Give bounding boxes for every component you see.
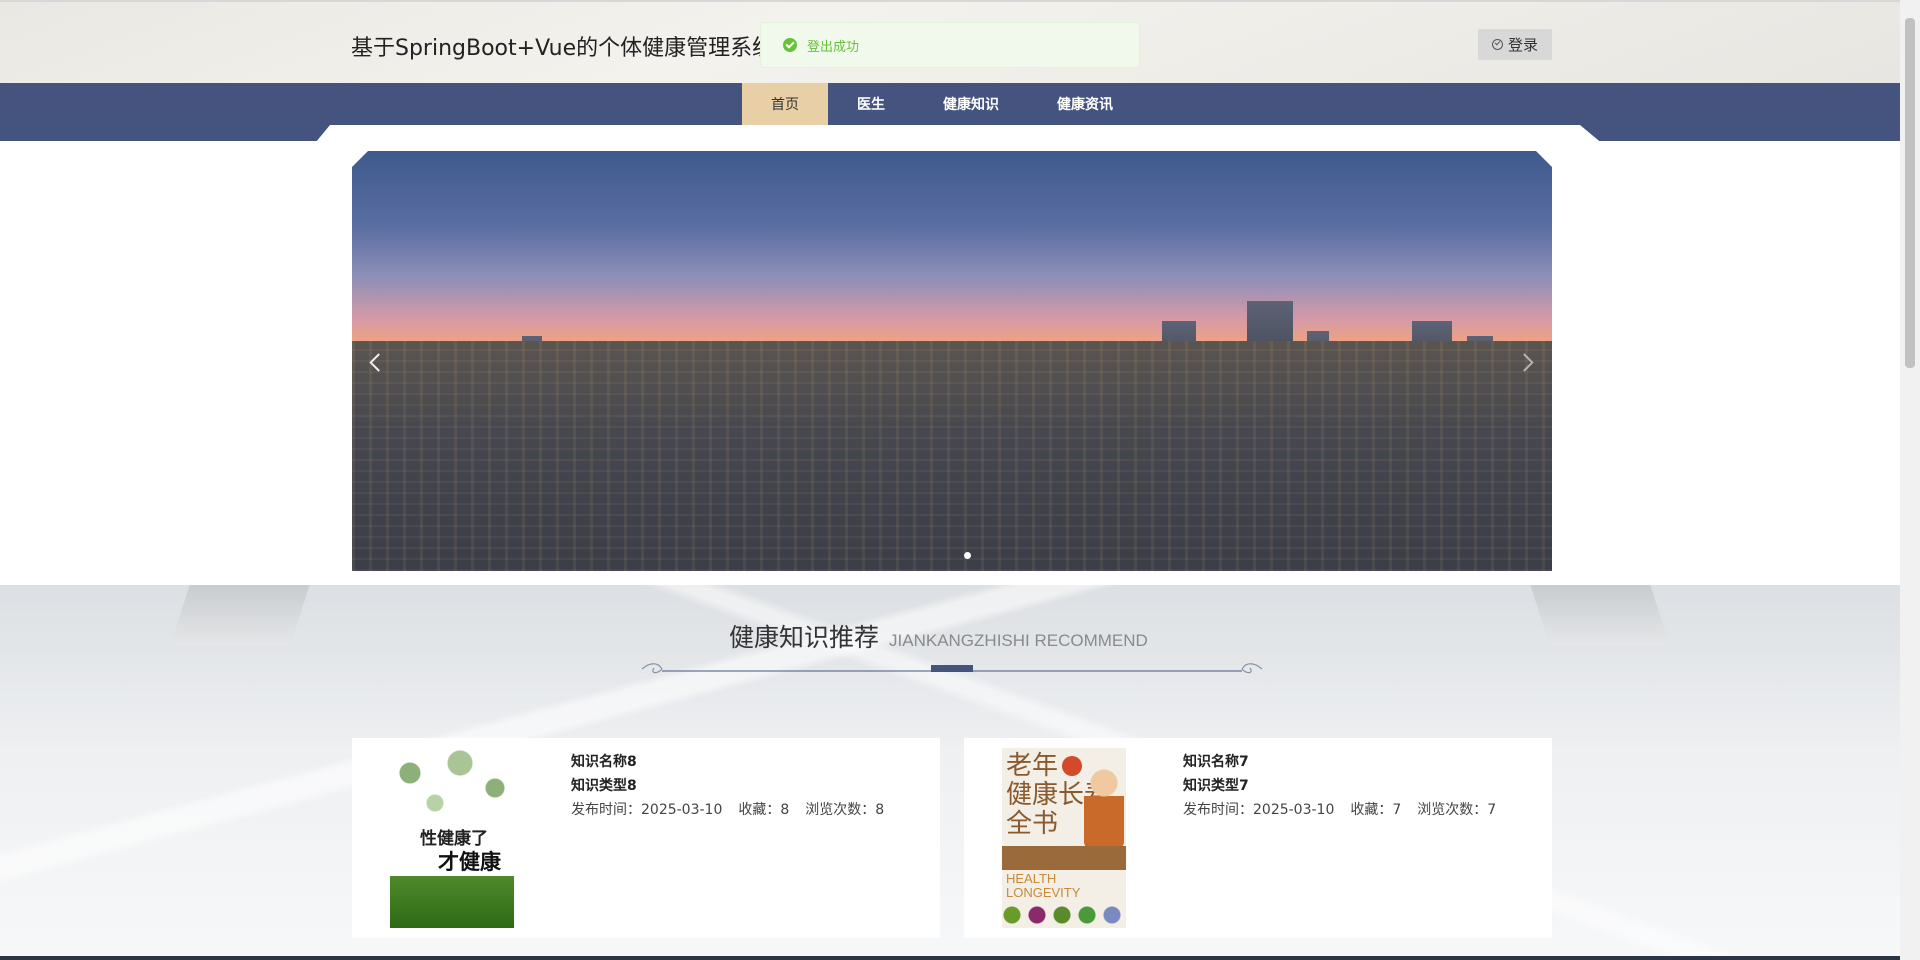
toast-message: 登出成功 [807, 39, 860, 55]
login-icon [1491, 39, 1503, 50]
knowledge-card[interactable]: 老年 健康长寿 全书 HEALTH LONGEVITY 知识名称7 知识类型7 发… [964, 738, 1552, 938]
login-label: 登录 [1507, 36, 1538, 54]
publish-time: 发布时间：2025-03-10 [1183, 802, 1335, 818]
knowledge-type: 知识类型7 [1183, 778, 1249, 794]
section-title-cn: 健康知识推荐 [729, 623, 880, 652]
favorites-count: 收藏：8 [738, 802, 790, 818]
carousel-dot[interactable] [964, 552, 971, 559]
page-scrollbar[interactable] [1900, 0, 1920, 960]
knowledge-cover-image: 老年 健康长寿 全书 HEALTH LONGEVITY [1002, 748, 1126, 928]
nav-item-health-news[interactable]: 健康资讯 [1028, 83, 1142, 125]
publish-time: 发布时间：2025-03-10 [571, 802, 723, 818]
login-button[interactable]: 登录 [1478, 29, 1552, 60]
favorites-count: 收藏：7 [1350, 802, 1402, 818]
section-divider [641, 663, 1263, 674]
nav-item-health-knowledge[interactable]: 健康知识 [914, 83, 1028, 125]
nav-item-home[interactable]: 首页 [742, 83, 828, 125]
knowledge-meta: 发布时间：2025-03-10 收藏：7 浏览次数：7 [1183, 798, 1512, 822]
site-title: 基于SpringBoot+Vue的个体健康管理系统 [351, 36, 775, 61]
carousel-next-arrow-icon[interactable] [1518, 353, 1538, 373]
knowledge-name: 知识名称7 [1183, 754, 1249, 770]
main-nav: 首页 医生 健康知识 健康资讯 [0, 83, 1900, 125]
knowledge-cover-image: 性健康了 才健康 [390, 748, 514, 928]
logout-success-toast: 登出成功 [760, 22, 1140, 68]
banner-carousel[interactable] [352, 151, 1552, 571]
knowledge-name: 知识名称8 [571, 754, 637, 770]
knowledge-type: 知识类型8 [571, 778, 637, 794]
section-title-en: JIANKANGZHISHI RECOMMEND [889, 631, 1148, 650]
views-count: 浏览次数：8 [805, 802, 885, 818]
section-title: 健康知识推荐 JIANKANGZHISHI RECOMMEND [729, 618, 1148, 654]
knowledge-card[interactable]: 性健康了 才健康 知识名称8 知识类型8 发布时间：2025-03-10 收藏：8… [352, 738, 940, 938]
scrollbar-thumb[interactable] [1905, 18, 1915, 368]
views-count: 浏览次数：7 [1417, 802, 1497, 818]
nav-item-doctor[interactable]: 医生 [828, 83, 914, 125]
carousel-indicators [964, 552, 971, 559]
carousel-prev-arrow-icon[interactable] [366, 353, 386, 373]
knowledge-meta: 发布时间：2025-03-10 收藏：8 浏览次数：8 [571, 798, 900, 822]
success-check-icon [783, 38, 797, 52]
footer-strip [0, 956, 1900, 960]
city-skyline-image [352, 341, 1552, 571]
